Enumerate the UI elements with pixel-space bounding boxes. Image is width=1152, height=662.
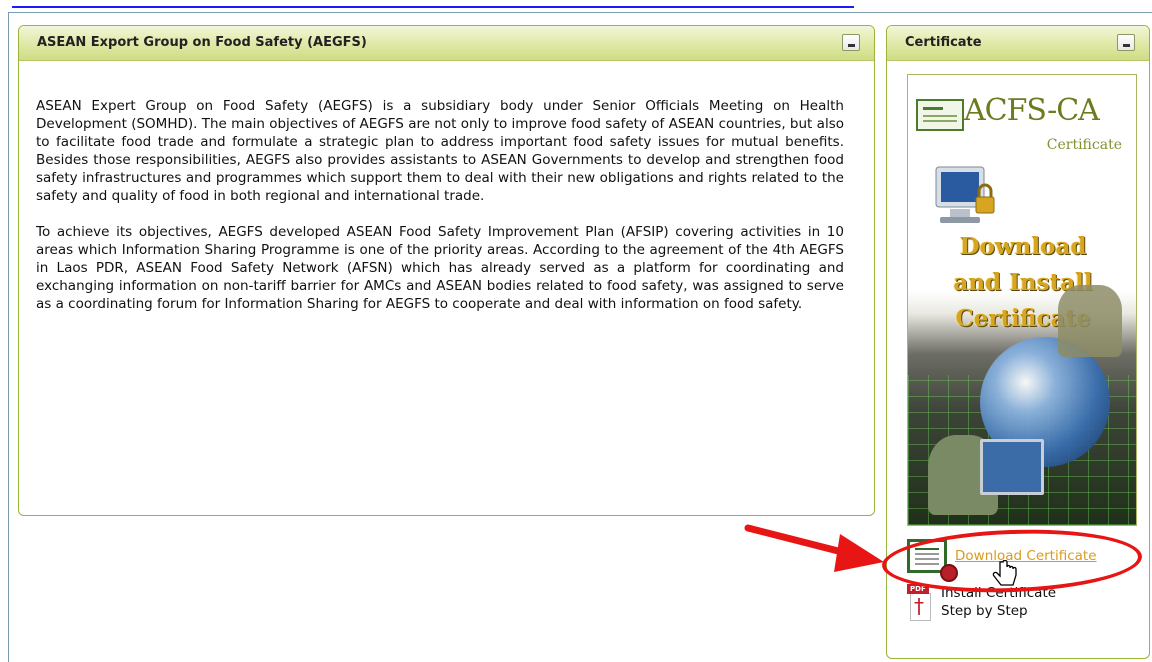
minimize-icon[interactable]: [1117, 34, 1135, 51]
aegfs-panel-body: ASEAN Expert Group on Food Safety (AEGFS…: [19, 61, 874, 313]
acfs-ca-banner[interactable]: ACFS-CA Certificate Download and Install…: [907, 74, 1137, 526]
banner-headline-line-1: Download: [959, 233, 1087, 260]
computer-lock-icon: [935, 166, 995, 223]
aegfs-panel-title: ASEAN Export Group on Food Safety (AEGFS…: [37, 35, 367, 50]
certificate-panel-title: Certificate: [905, 35, 982, 50]
red-arrow-icon: [744, 524, 884, 572]
hand-cursor-icon: [992, 560, 1017, 586]
aegfs-paragraph-1: ASEAN Expert Group on Food Safety (AEGFS…: [36, 98, 844, 204]
certificate-panel-header: Certificate: [887, 26, 1149, 61]
top-link-underline[interactable]: [12, 0, 854, 8]
install-line-2: Step by Step: [941, 603, 1028, 619]
monitor-graphic: [980, 439, 1044, 495]
banner-brand: ACFS-CA: [964, 93, 1100, 128]
aegfs-paragraph-2: To achieve its objectives, AEGFS develop…: [36, 224, 844, 312]
banner-subtitle: Certificate: [1046, 137, 1122, 153]
aegfs-panel: ASEAN Export Group on Food Safety (AEGFS…: [18, 25, 875, 516]
pdf-page-icon: [910, 593, 931, 621]
certificate-icon: [916, 99, 964, 131]
minimize-icon[interactable]: [842, 34, 860, 51]
aegfs-panel-header: ASEAN Export Group on Food Safety (AEGFS…: [19, 26, 874, 61]
soldier-graphic: [1058, 285, 1122, 357]
pdf-icon: PDF: [907, 584, 931, 622]
